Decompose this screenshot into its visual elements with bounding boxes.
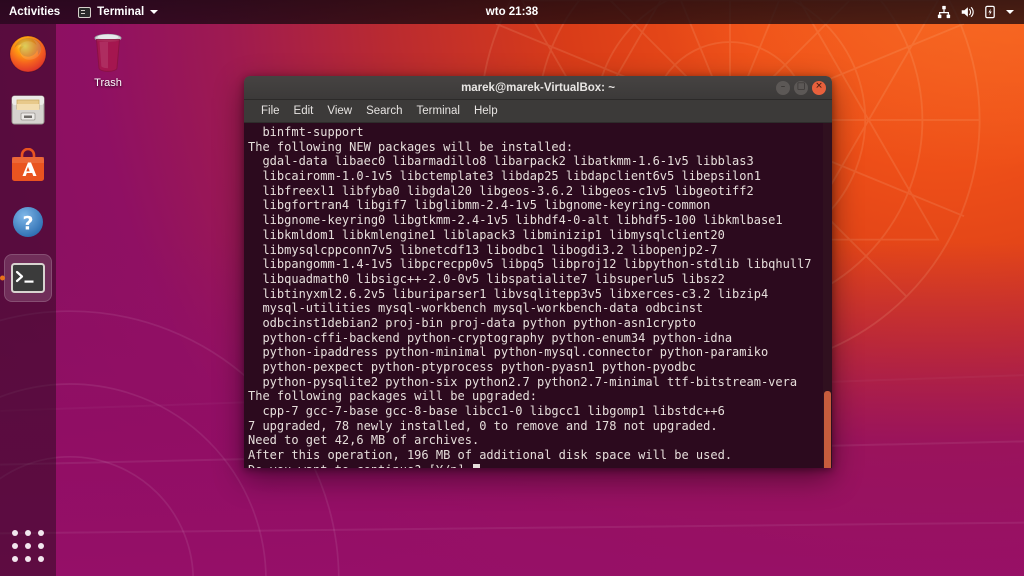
terminal-line: After this operation, 196 MB of addition… [248, 448, 733, 463]
grid-dot [38, 529, 45, 536]
terminal-scrollbar-thumb[interactable] [824, 391, 831, 468]
clock[interactable]: wto 21:38 [486, 6, 538, 18]
terminal-line: libtinyxml2.6.2v5 liburiparser1 libvsqli… [248, 286, 769, 301]
close-button[interactable]: ✕ [812, 80, 826, 95]
menu-item-help[interactable]: Help [467, 103, 505, 119]
terminal-line: cpp-7 gcc-7-base gcc-8-base libcc1-0 lib… [248, 404, 725, 419]
terminal-line: Need to get 42,6 MB of archives. [248, 433, 480, 448]
terminal-line: python-pysqlite2 python-six python2.7 py… [248, 374, 798, 389]
close-icon: ✕ [815, 81, 823, 92]
terminal-icon [78, 6, 92, 18]
menu-item-terminal[interactable]: Terminal [410, 103, 467, 119]
terminal-line: libgnome-keyring0 libgtkmm-2.4-1v5 libhd… [248, 213, 783, 228]
grid-dot [24, 556, 31, 563]
minimize-button[interactable]: – [776, 80, 790, 95]
terminal-window[interactable]: marek@marek-VirtualBox: ~ – □ ✕ File Edi… [244, 76, 832, 468]
terminal-line: libgfortran4 libgif7 libglibmm-2.4-1v5 l… [248, 198, 711, 213]
window-title: marek@marek-VirtualBox: ~ [461, 81, 615, 94]
menu-item-edit[interactable]: Edit [287, 103, 321, 119]
terminal-cursor [472, 463, 480, 468]
terminal-line: odbcinst1debian2 proj-bin proj-data pyth… [248, 315, 696, 330]
terminal-line: libcairomm-1.0-1v5 libctemplate3 libdap2… [248, 169, 761, 184]
top-bar: Activities Terminal wto 21:38 [0, 0, 1024, 24]
system-menu-chevron-down-icon[interactable] [1006, 10, 1014, 14]
window-controls[interactable]: – □ ✕ [776, 76, 826, 99]
terminal-output[interactable]: binfmt-support The following NEW packages… [246, 125, 832, 468]
grid-dot [11, 542, 18, 549]
terminal-line: libquadmath0 libsigc++-2.0-0v5 libspatia… [248, 271, 725, 286]
app-menu-label: Terminal [97, 6, 145, 18]
desktop-icon-trash[interactable]: Trash [78, 30, 138, 89]
dock-item-help[interactable]: ? [4, 198, 52, 246]
terminal-line: libkmldom1 libkmlengine1 liblapack3 libm… [248, 227, 725, 242]
minimize-icon: – [780, 81, 786, 92]
terminal-line: The following NEW packages will be insta… [248, 139, 574, 154]
grid-dot [38, 556, 45, 563]
terminal-body[interactable]: binfmt-support The following NEW packages… [244, 123, 832, 468]
files-icon [11, 95, 45, 125]
grid-dot [38, 542, 45, 549]
volume-icon[interactable] [960, 5, 974, 19]
ubuntu-software-icon [12, 148, 44, 181]
dock-item-files[interactable] [4, 86, 52, 134]
maximize-icon: □ [796, 81, 806, 92]
terminal-menubar[interactable]: File Edit View Search Terminal Help [244, 100, 832, 123]
terminal-line: 7 upgraded, 78 newly installed, 0 to rem… [248, 418, 718, 433]
terminal-icon [11, 263, 45, 293]
terminal-line: python-cffi-backend python-cryptography … [248, 330, 733, 345]
window-titlebar[interactable]: marek@marek-VirtualBox: ~ – □ ✕ [244, 76, 832, 100]
menu-item-view[interactable]: View [320, 103, 359, 119]
dock-item-firefox[interactable] [4, 30, 52, 78]
dock-item-ubuntu-software[interactable] [4, 142, 52, 190]
app-menu-button[interactable]: Terminal [69, 0, 167, 24]
chevron-down-icon [150, 10, 159, 14]
terminal-line: libmysqlcppconn7v5 libnetcdf13 libodbc1 … [248, 242, 718, 257]
terminal-line: The following packages will be upgraded: [248, 389, 537, 404]
terminal-scrollbar[interactable] [823, 123, 832, 468]
show-applications-button[interactable] [10, 528, 46, 564]
svg-text:?: ? [22, 213, 33, 235]
firefox-icon [9, 35, 47, 73]
desktop-icon-label: Trash [94, 77, 122, 89]
terminal-line: binfmt-support [248, 125, 364, 139]
grid-dot [11, 556, 18, 563]
menu-item-search[interactable]: Search [359, 103, 409, 119]
terminal-line: gdal-data libaec0 libarmadillo8 libarpac… [248, 154, 754, 169]
terminal-line: python-pexpect python-ptyprocess python-… [248, 360, 696, 374]
grid-dot [11, 529, 18, 536]
network-icon[interactable] [937, 5, 951, 19]
grid-dot [24, 529, 31, 536]
terminal-prompt-line: Do you want to continue? [Y/n] [246, 463, 832, 468]
battery-icon[interactable] [983, 5, 997, 19]
activities-label: Activities [9, 6, 61, 18]
help-icon: ? [13, 207, 43, 237]
terminal-line: libpangomm-1.4-1v5 libpcrecpp0v5 libpq5 … [248, 257, 812, 272]
dock-item-terminal[interactable] [4, 254, 52, 302]
grid-dot [24, 542, 31, 549]
activities-button[interactable]: Activities [0, 0, 69, 24]
terminal-line: libfreexl1 libfyba0 libgdal20 libgeos-3.… [248, 183, 754, 198]
terminal-line: python-ipaddress python-minimal python-m… [248, 345, 769, 360]
menu-item-file[interactable]: File [254, 103, 287, 119]
trash-icon [94, 33, 122, 72]
terminal-line: mysql-utilities mysql-workbench mysql-wo… [248, 301, 704, 316]
maximize-button[interactable]: □ [794, 80, 808, 95]
system-indicators[interactable] [937, 0, 1018, 24]
dock: ? [0, 24, 56, 576]
